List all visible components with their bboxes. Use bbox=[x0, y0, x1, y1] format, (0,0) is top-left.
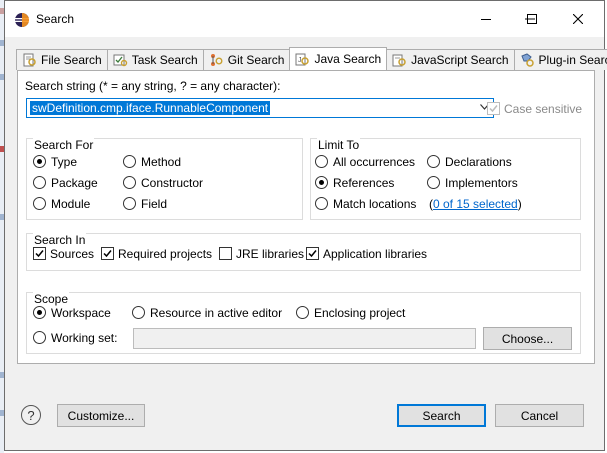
checkmark-icon bbox=[308, 250, 317, 258]
search-for-title: Search For bbox=[33, 138, 95, 152]
search-dialog: Search File Search Task Search Git Searc… bbox=[4, 0, 607, 451]
radio-module-label: Module bbox=[51, 197, 91, 211]
minimize-btn[interactable] bbox=[463, 1, 509, 37]
match-locations-link[interactable]: 0 of 15 selected bbox=[433, 197, 518, 211]
radio-type-label: Type bbox=[51, 155, 78, 169]
jre-libraries-checkbox[interactable] bbox=[219, 247, 232, 260]
choose-button[interactable]: Choose... bbox=[483, 327, 572, 350]
working-set-field[interactable] bbox=[133, 328, 476, 349]
limit-to-title: Limit To bbox=[317, 138, 361, 152]
java-search-panel: Search string (* = any string, ? = any c… bbox=[17, 70, 595, 364]
help-icon[interactable]: ? bbox=[21, 405, 41, 425]
application-libraries-checkbox[interactable] bbox=[306, 247, 319, 260]
match-locations-link-wrapper: (0 of 15 selected) bbox=[429, 197, 522, 211]
tab-file-search[interactable]: File Search bbox=[16, 49, 108, 70]
tab-label: Java Search bbox=[314, 52, 382, 66]
radio-match-locations-label: Match locations bbox=[333, 197, 417, 211]
case-sensitive-checkbox[interactable] bbox=[487, 102, 500, 115]
tab-label: File Search bbox=[41, 53, 102, 67]
radio-package-label: Package bbox=[51, 176, 98, 190]
radio-field-label: Field bbox=[141, 197, 168, 211]
radio-working-set[interactable] bbox=[33, 331, 46, 344]
radio-implementors-label: Implementors bbox=[445, 176, 518, 190]
radio-method-label: Method bbox=[141, 155, 182, 169]
application-libraries-label: Application libraries bbox=[323, 247, 428, 261]
minimize-icon bbox=[481, 19, 491, 20]
radio-module[interactable] bbox=[33, 197, 46, 210]
git-search-icon bbox=[210, 54, 223, 66]
plugin-search-icon bbox=[520, 53, 534, 67]
tab-plugin-search[interactable]: Plug-in Search bbox=[513, 49, 607, 70]
checkmark-icon bbox=[35, 250, 44, 258]
task-search-icon bbox=[113, 54, 127, 67]
search-string-value[interactable]: swDefinition.cmp.iface.RunnableComponent bbox=[30, 101, 271, 115]
tab-label: Git Search bbox=[227, 53, 285, 67]
help-glyph: ? bbox=[27, 407, 35, 423]
file-search-icon bbox=[23, 53, 36, 67]
radio-references[interactable] bbox=[315, 176, 328, 189]
javascript-search-icon bbox=[392, 54, 406, 67]
radio-field[interactable] bbox=[123, 197, 136, 210]
checkmark-icon bbox=[489, 105, 498, 113]
tab-git-search[interactable]: Git Search bbox=[202, 49, 291, 70]
checkmark-icon bbox=[103, 250, 112, 258]
radio-type[interactable] bbox=[33, 155, 46, 168]
radio-resource-in-active-editor[interactable] bbox=[132, 306, 145, 319]
radio-package[interactable] bbox=[33, 176, 46, 189]
close-icon bbox=[573, 14, 583, 24]
case-sensitive-label: Case sensitive bbox=[504, 102, 583, 116]
customize-button-label: Customize... bbox=[67, 408, 135, 423]
close-btn[interactable] bbox=[555, 1, 601, 37]
search-tabs: File Search Task Search Git Search J Jav… bbox=[16, 47, 607, 70]
radio-workspace[interactable] bbox=[33, 306, 46, 319]
java-search-icon: J bbox=[295, 53, 310, 66]
radio-declarations[interactable] bbox=[427, 155, 440, 168]
radio-resource-in-active-editor-label: Resource in active editor bbox=[150, 306, 283, 320]
radio-all-occurrences-label: All occurrences bbox=[333, 155, 416, 169]
svg-text:J: J bbox=[298, 57, 302, 64]
radio-enclosing-project-label: Enclosing project bbox=[314, 306, 406, 320]
jre-libraries-label: JRE libraries bbox=[236, 247, 305, 261]
customize-button[interactable]: Customize... bbox=[57, 404, 145, 427]
link-close-paren: ) bbox=[517, 197, 522, 211]
radio-enclosing-project[interactable] bbox=[296, 306, 309, 319]
maximize-icon bbox=[527, 14, 537, 24]
radio-all-occurrences[interactable] bbox=[315, 155, 328, 168]
tab-javascript-search[interactable]: JavaScript Search bbox=[386, 49, 515, 70]
search-button-label: Search bbox=[422, 408, 461, 423]
tab-java-search[interactable]: J Java Search bbox=[289, 47, 388, 70]
cancel-button[interactable]: Cancel bbox=[495, 404, 584, 427]
maximize-btn[interactable] bbox=[509, 1, 555, 37]
radio-declarations-label: Declarations bbox=[445, 155, 512, 169]
tab-task-search[interactable]: Task Search bbox=[106, 49, 204, 70]
search-string-combo[interactable]: swDefinition.cmp.iface.RunnableComponent bbox=[26, 98, 494, 118]
radio-working-set-label: Working set: bbox=[51, 331, 118, 345]
tab-label: Plug-in Search bbox=[538, 53, 607, 67]
eclipse-icon bbox=[15, 13, 29, 27]
radio-implementors[interactable] bbox=[427, 176, 440, 189]
sources-checkbox[interactable] bbox=[33, 247, 46, 260]
tab-label: JavaScript Search bbox=[411, 53, 509, 67]
choose-button-label: Choose... bbox=[501, 331, 554, 346]
required-projects-label: Required projects bbox=[118, 247, 213, 261]
dialog-title: Search bbox=[36, 12, 75, 26]
radio-match-locations[interactable] bbox=[315, 197, 328, 210]
radio-references-label: References bbox=[333, 176, 395, 190]
radio-constructor-label: Constructor bbox=[141, 176, 204, 190]
required-projects-checkbox[interactable] bbox=[101, 247, 114, 260]
search-string-label: Search string (* = any string, ? = any c… bbox=[25, 79, 281, 93]
tab-label: Task Search bbox=[131, 53, 198, 67]
radio-method[interactable] bbox=[123, 155, 136, 168]
search-in-title: Search In bbox=[33, 233, 87, 247]
scope-title: Scope bbox=[33, 292, 70, 306]
sources-label: Sources bbox=[50, 247, 95, 261]
radio-constructor[interactable] bbox=[123, 176, 136, 189]
search-button[interactable]: Search bbox=[397, 404, 486, 427]
radio-workspace-label: Workspace bbox=[51, 306, 111, 320]
cancel-button-label: Cancel bbox=[520, 408, 559, 423]
